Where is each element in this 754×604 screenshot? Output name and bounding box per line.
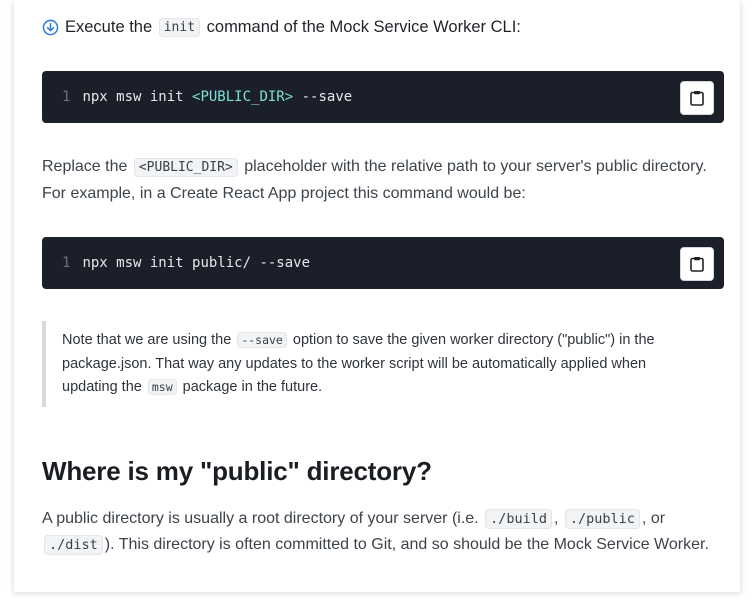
copy-button[interactable] — [680, 81, 714, 115]
line-number: 1 — [62, 89, 71, 105]
step-line: Execute the init command of the Mock Ser… — [42, 14, 521, 40]
article: Execute the init command of the Mock Ser… — [42, 0, 724, 592]
content-panel: Execute the init command of the Mock Ser… — [14, 0, 740, 592]
inline-code-public-dir: <PUBLIC_DIR> — [133, 158, 238, 177]
note-callout: Note that we are using the --save option… — [42, 321, 724, 407]
paragraph-text: ). This directory is often committed to … — [104, 536, 709, 553]
code-line: npx msw init public/ --save — [82, 255, 311, 271]
code-block-1: 1 npx msw init <PUBLIC_DIR> --save — [42, 71, 724, 123]
inline-code-dist: ./dist — [44, 535, 103, 555]
section-heading: Where is my "public" directory? — [42, 456, 432, 486]
step-text-suffix: command of the Mock Service Worker CLI: — [206, 17, 521, 36]
code-command: npx msw init — [82, 89, 193, 105]
separator-text: , — [553, 510, 559, 527]
clipboard-icon — [690, 91, 704, 106]
arrow-down-circle-icon — [42, 19, 59, 35]
paragraph-public-directory: A public directory is usually a root dir… — [42, 506, 724, 558]
inline-code-public: ./public — [564, 509, 640, 529]
line-number: 1 — [62, 255, 71, 271]
step-text-prefix: Execute the — [65, 17, 153, 36]
paragraph-replace: Replace the <PUBLIC_DIR> placeholder wit… — [42, 154, 724, 207]
paragraph-text: Replace the — [42, 158, 128, 175]
code-flag: --save — [293, 89, 353, 105]
inline-code-save: --save — [237, 332, 287, 348]
clipboard-icon — [690, 257, 704, 272]
paragraph-text: A public directory is usually a root dir… — [42, 510, 479, 527]
inline-code-msw: msw — [147, 379, 177, 395]
separator-text: , or — [641, 510, 666, 527]
copy-button[interactable] — [680, 247, 714, 281]
inline-code-build: ./build — [485, 509, 552, 529]
code-block-2: 1 npx msw init public/ --save — [42, 237, 724, 289]
note-text: Note that we are using the --save option… — [62, 329, 700, 400]
note-text-part: package in the future. — [182, 379, 323, 395]
inline-code-init: init — [158, 17, 201, 37]
code-placeholder: <PUBLIC_DIR> — [192, 89, 294, 105]
note-text-part: Note that we are using the — [62, 332, 232, 348]
code-line: npx msw init <PUBLIC_DIR> --save — [82, 89, 352, 105]
